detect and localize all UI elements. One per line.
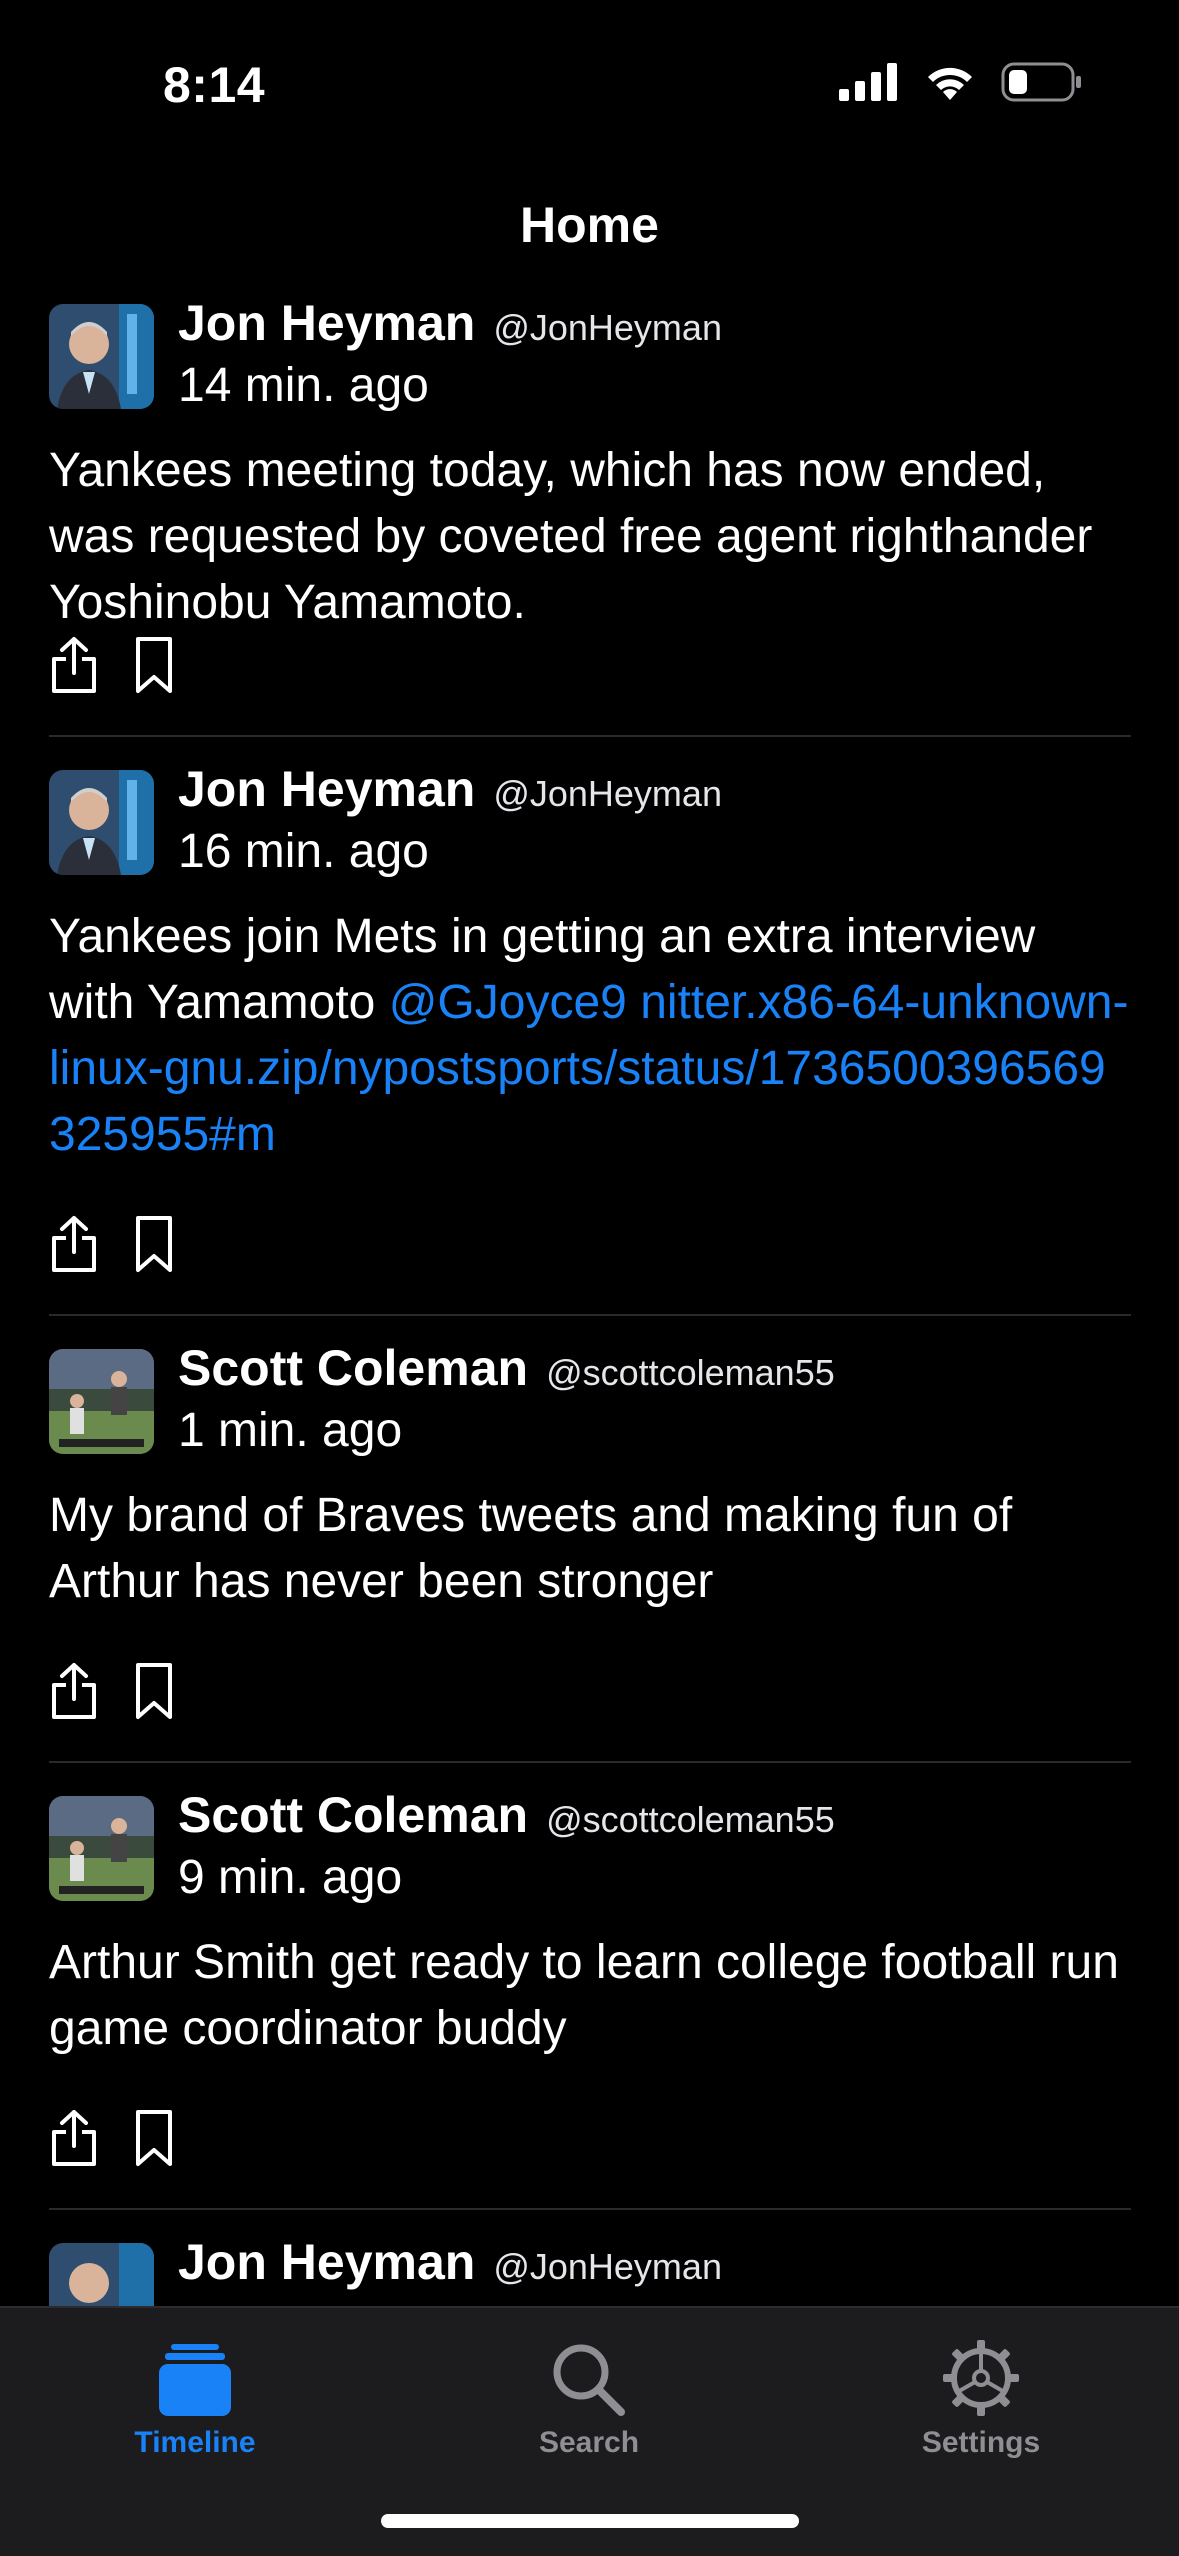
bookmark-icon — [136, 1216, 172, 1272]
author-name[interactable]: Jon Heyman — [178, 760, 475, 818]
author-line: Scott Coleman @scottcoleman55 — [178, 1786, 835, 1844]
share-button[interactable] — [49, 633, 99, 697]
author-handle: @JonHeyman — [493, 773, 722, 814]
cellular-signal-icon — [839, 63, 897, 101]
tab-label: Search — [538, 2426, 640, 2459]
page-title: Home — [520, 197, 659, 253]
share-button[interactable] — [49, 1212, 99, 1276]
author-handle: @JonHeyman — [493, 2246, 722, 2287]
post-item[interactable]: Scott Coleman @scottcoleman55 9 min. ago… — [49, 1763, 1131, 2210]
post-actions — [49, 2106, 179, 2170]
share-button[interactable] — [49, 2106, 99, 2170]
post-timestamp: 14 min. ago — [178, 359, 429, 412]
magnifier-icon — [553, 2344, 625, 2416]
wifi-icon — [928, 67, 972, 100]
avatar[interactable] — [49, 770, 154, 875]
bookmark-icon — [136, 637, 172, 693]
bookmark-icon — [136, 1663, 172, 1719]
author-handle: @scottcoleman55 — [546, 1352, 835, 1393]
author-line: Jon Heyman @JonHeyman — [178, 294, 722, 352]
post-text: Yankees join Mets in getting an extra in… — [49, 904, 1131, 1168]
share-button[interactable] — [49, 1659, 99, 1723]
mention-link[interactable]: @GJoyce9 — [389, 976, 627, 1029]
bookmark-button[interactable] — [129, 2106, 179, 2170]
author-line: Jon Heyman @JonHeyman — [178, 2233, 722, 2291]
avatar[interactable] — [49, 1796, 154, 1901]
share-icon — [52, 2110, 96, 2166]
share-icon — [52, 637, 96, 693]
post-actions — [49, 1659, 179, 1723]
share-icon — [52, 1663, 96, 1719]
status-icons — [839, 62, 1083, 102]
tab-timeline[interactable]: Timeline — [70, 2328, 320, 2460]
post-actions — [49, 1212, 179, 1276]
home-indicator[interactable] — [381, 2514, 799, 2528]
avatar[interactable] — [49, 2243, 154, 2306]
author-name[interactable]: Jon Heyman — [178, 294, 475, 352]
avatar[interactable] — [49, 1349, 154, 1454]
timeline-feed[interactable]: Jon Heyman @JonHeyman 14 min. ago Yankee… — [0, 290, 1179, 2306]
tab-settings[interactable]: Settings — [856, 2328, 1106, 2460]
post-actions — [49, 633, 179, 697]
bookmark-icon — [136, 2110, 172, 2166]
avatar[interactable] — [49, 304, 154, 409]
stack-icon — [159, 2344, 231, 2416]
author-handle: @scottcoleman55 — [546, 1799, 835, 1840]
author-line: Scott Coleman @scottcoleman55 — [178, 1339, 835, 1397]
post-text: Arthur Smith get ready to learn college … — [49, 1936, 1119, 2055]
battery-icon — [1001, 62, 1081, 102]
tab-label: Timeline — [134, 2426, 256, 2459]
gear-icon — [943, 2340, 1019, 2416]
post-text: Yankees meeting today, which has now end… — [49, 444, 1093, 629]
status-bar: 8:14 — [0, 0, 1179, 175]
post-timestamp: 9 min. ago — [178, 1851, 403, 1904]
bookmark-button[interactable] — [129, 1659, 179, 1723]
share-icon — [52, 1216, 96, 1272]
author-line: Jon Heyman @JonHeyman — [178, 760, 722, 818]
post-timestamp: 16 min. ago — [178, 825, 429, 878]
post-item[interactable]: Scott Coleman @scottcoleman55 1 min. ago… — [49, 1316, 1131, 1763]
bookmark-button[interactable] — [129, 1212, 179, 1276]
author-handle: @JonHeyman — [493, 307, 722, 348]
post-item[interactable]: Jon Heyman @JonHeyman — [49, 2210, 1131, 2306]
bookmark-button[interactable] — [129, 633, 179, 697]
post-item[interactable]: Jon Heyman @JonHeyman 14 min. ago Yankee… — [49, 290, 1131, 737]
status-time: 8:14 — [163, 57, 266, 113]
tab-search[interactable]: Search — [464, 2328, 714, 2460]
post-text: My brand of Braves tweets and making fun… — [49, 1489, 1013, 1608]
author-name[interactable]: Scott Coleman — [178, 1339, 528, 1397]
tab-label: Settings — [921, 2426, 1041, 2459]
author-name[interactable]: Scott Coleman — [178, 1786, 528, 1844]
post-item[interactable]: Jon Heyman @JonHeyman 16 min. ago Yankee… — [49, 737, 1131, 1316]
author-name[interactable]: Jon Heyman — [178, 2233, 475, 2291]
post-timestamp: 1 min. ago — [178, 1404, 403, 1457]
